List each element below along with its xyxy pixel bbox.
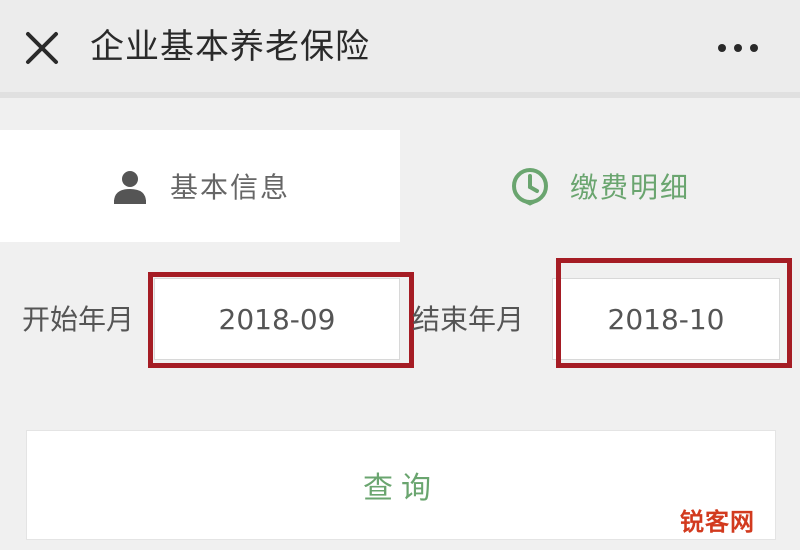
more-horizontal-icon bbox=[718, 44, 758, 52]
start-month-label: 开始年月 bbox=[22, 303, 135, 336]
more-button[interactable] bbox=[712, 30, 772, 66]
page-title: 企业基本养老保险 bbox=[90, 27, 370, 67]
start-month-value: 2018-09 bbox=[218, 302, 336, 336]
app-header: 企业基本养老保险 bbox=[0, 0, 800, 98]
tab-payment-details[interactable]: 缴费明细 bbox=[400, 130, 800, 242]
tab-payment-details-label: 缴费明细 bbox=[569, 171, 690, 204]
end-month-value: 2018-10 bbox=[607, 302, 725, 336]
query-button[interactable]: 查询 bbox=[26, 430, 776, 540]
end-month-label: 结束年月 bbox=[412, 303, 525, 336]
close-button[interactable] bbox=[22, 28, 62, 68]
tab-bar: 基本信息 缴费明细 bbox=[0, 130, 800, 242]
end-month-input[interactable]: 2018-10 bbox=[552, 278, 780, 360]
close-icon bbox=[26, 32, 58, 64]
start-month-input[interactable]: 2018-09 bbox=[154, 278, 400, 360]
date-range-row: 开始年月 2018-09 结束年月 2018-10 bbox=[0, 258, 800, 372]
query-button-label: 查询 bbox=[363, 471, 439, 506]
tab-basic-info-label: 基本信息 bbox=[169, 171, 290, 204]
watermark: 锐客网 bbox=[680, 508, 755, 536]
person-icon bbox=[113, 171, 146, 204]
clock-icon bbox=[511, 168, 548, 206]
tab-basic-info[interactable]: 基本信息 bbox=[0, 130, 400, 242]
